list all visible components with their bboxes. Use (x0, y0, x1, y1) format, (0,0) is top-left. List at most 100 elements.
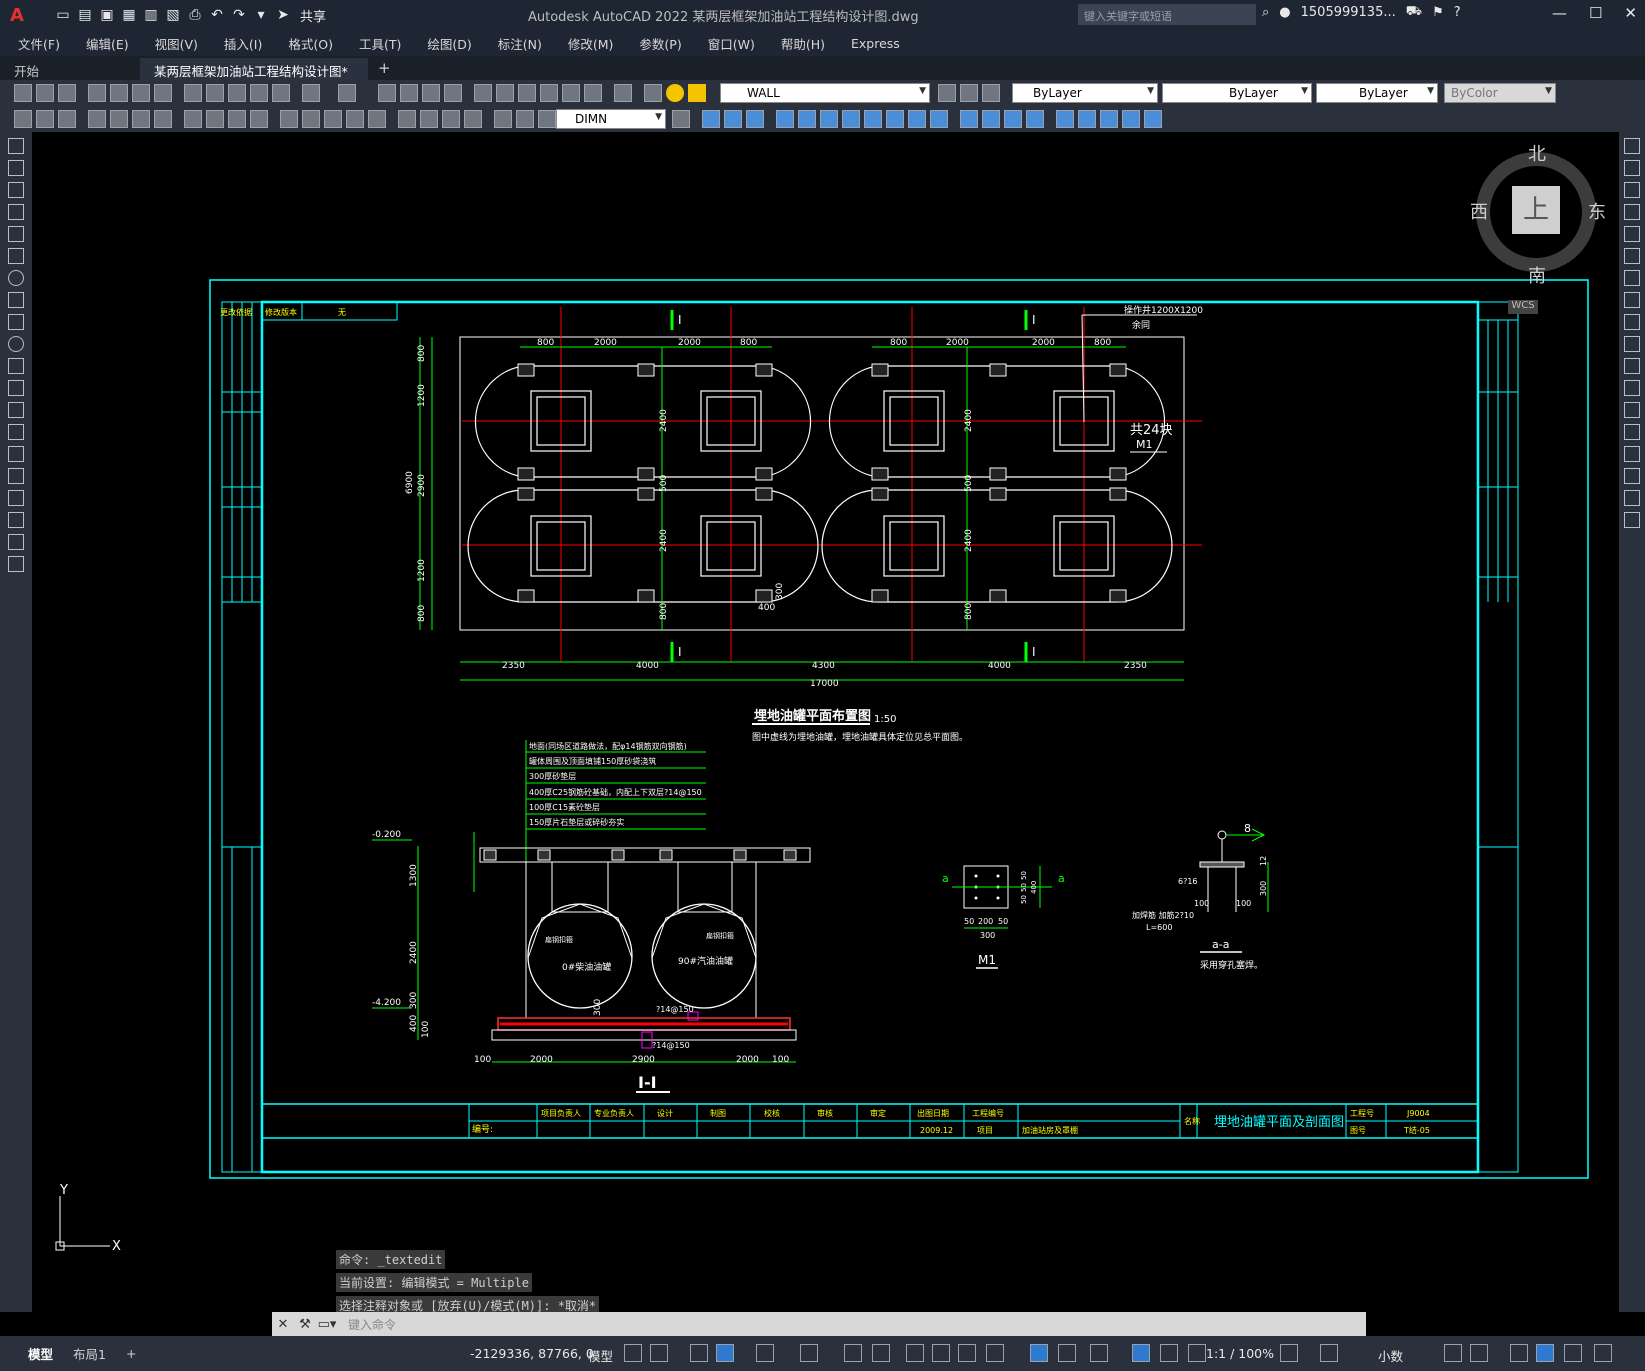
baseline-icon[interactable] (228, 110, 246, 128)
break-point-icon[interactable] (1624, 380, 1640, 396)
ellipse-icon[interactable] (8, 336, 24, 352)
copy-icon[interactable] (206, 84, 224, 102)
selection-cycling-icon[interactable] (958, 1344, 976, 1362)
join-icon[interactable] (982, 110, 1000, 128)
new-icon[interactable]: ▭ (54, 6, 72, 24)
zoom-realtime-icon[interactable] (400, 84, 418, 102)
3d-print-icon[interactable] (154, 84, 172, 102)
compass-south[interactable]: 南 (1528, 262, 1546, 288)
selection-filter-icon[interactable] (1058, 1344, 1076, 1362)
tool-palettes-icon[interactable] (518, 84, 536, 102)
extend-icon[interactable] (1624, 358, 1640, 374)
redo-icon[interactable] (338, 84, 356, 102)
dynamic-ucs-icon[interactable] (844, 1344, 862, 1362)
design-center-icon[interactable] (496, 84, 514, 102)
offset-icon[interactable] (1624, 204, 1640, 220)
diameter-icon[interactable] (154, 110, 172, 128)
sheet-set-icon[interactable] (540, 84, 558, 102)
properties-icon[interactable] (474, 84, 492, 102)
compass-west[interactable]: 西 (1470, 198, 1488, 224)
save-web-icon[interactable]: ▧ (164, 6, 182, 24)
save-as-icon[interactable]: ▦ (120, 6, 138, 24)
angular-icon[interactable] (184, 110, 202, 128)
dynamic-input-icon[interactable] (1030, 1344, 1048, 1362)
calculator-icon[interactable] (584, 84, 602, 102)
scale-icon[interactable] (1624, 292, 1640, 308)
dim-style-icon[interactable] (494, 110, 512, 128)
array-icon[interactable] (798, 110, 816, 128)
jogged-icon[interactable] (132, 110, 150, 128)
quick-properties-icon[interactable] (1444, 1344, 1462, 1362)
extend-icon[interactable] (930, 110, 948, 128)
add-layout-button[interactable]: + (116, 1344, 146, 1363)
units-value[interactable]: 小数 (1378, 1346, 1403, 1365)
insert-block-icon[interactable] (8, 380, 24, 396)
gizmo-icon[interactable] (1090, 1344, 1108, 1362)
array-icon[interactable] (1624, 226, 1640, 242)
new-tab-button[interactable]: + (368, 59, 401, 80)
plus-icon[interactable] (1320, 1344, 1338, 1362)
dim-reassoc-icon[interactable] (538, 110, 556, 128)
erase-icon[interactable] (1624, 138, 1640, 154)
connect-icon[interactable]: ⚑ (1432, 5, 1444, 20)
rotate-icon[interactable] (842, 110, 860, 128)
hardware-accel-icon[interactable] (1536, 1344, 1554, 1362)
save-icon[interactable] (58, 84, 76, 102)
center-mark-icon[interactable] (346, 110, 364, 128)
construction-line-icon[interactable] (8, 160, 24, 176)
dim-break-icon[interactable] (302, 110, 320, 128)
search-input[interactable]: 键入关键字或短语 (1078, 4, 1256, 25)
menu-parametric[interactable]: 参数(P) (639, 34, 681, 53)
object-snap-icon[interactable] (872, 1344, 890, 1362)
command-input[interactable]: 键入命令 (348, 1316, 396, 1333)
tab-drawing[interactable]: 某两层框架加油站工程结构设计图* ✕ (140, 58, 368, 95)
blend-icon[interactable] (1624, 490, 1640, 506)
layer-dropdown[interactable]: WALL ▼ (720, 83, 930, 103)
menu-tools[interactable]: 工具(T) (359, 34, 401, 53)
blend-icon[interactable] (1078, 110, 1096, 128)
table-icon[interactable] (8, 512, 24, 528)
menu-window[interactable]: 窗口(W) (708, 34, 755, 53)
layer-on-icon[interactable] (666, 84, 684, 102)
arc-icon[interactable] (8, 248, 24, 264)
zoom-window-icon[interactable] (422, 84, 440, 102)
move-icon[interactable] (1624, 248, 1640, 264)
scale-icon[interactable] (864, 110, 882, 128)
plot-icon[interactable]: ⎙ (186, 6, 204, 24)
join-icon[interactable] (1624, 424, 1640, 440)
menu-modify[interactable]: 修改(M) (568, 34, 614, 53)
save-icon[interactable]: ▣ (98, 6, 116, 24)
qnew-icon[interactable] (14, 84, 32, 102)
model-space-button[interactable]: 模型 (588, 1346, 613, 1365)
break-icon[interactable] (960, 110, 978, 128)
zoom-previous-icon[interactable] (444, 84, 462, 102)
menu-insert[interactable]: 插入(I) (224, 34, 262, 53)
dim-style-manager-icon[interactable] (672, 110, 690, 128)
open-icon[interactable]: ▤ (76, 6, 94, 24)
help-icon[interactable] (614, 84, 632, 102)
user-icon[interactable]: ● (1279, 5, 1290, 20)
offset-icon[interactable] (776, 110, 794, 128)
viewcube-top-face[interactable]: 上 (1512, 186, 1560, 234)
ellipse-arc-icon[interactable] (8, 358, 24, 374)
open-web-icon[interactable]: ▥ (142, 6, 160, 24)
pan-icon[interactable] (378, 84, 396, 102)
plot-preview-icon[interactable] (110, 84, 128, 102)
polar-icon[interactable] (756, 1344, 774, 1362)
explode-icon[interactable] (1056, 110, 1074, 128)
wcs-menu[interactable]: WCS (1508, 300, 1538, 314)
arc-length-icon[interactable] (58, 110, 76, 128)
explode-icon[interactable] (1624, 512, 1640, 528)
transparency-icon[interactable] (932, 1344, 950, 1362)
search-icon[interactable]: ⌕ (1262, 5, 1269, 20)
store-icon[interactable]: ⛟ (1406, 4, 1422, 21)
block-editor-icon[interactable] (272, 84, 290, 102)
dimstyle-dropdown[interactable]: DIMN ▼ (556, 109, 666, 129)
cut-icon[interactable] (184, 84, 202, 102)
redo-icon[interactable]: ↷ (230, 6, 248, 24)
aligned-dim-icon[interactable] (36, 110, 54, 128)
rectangle-icon[interactable] (8, 226, 24, 242)
splinedit-icon[interactable] (1144, 110, 1162, 128)
erase-icon[interactable] (702, 110, 720, 128)
auto-scale-icon[interactable] (1160, 1344, 1178, 1362)
